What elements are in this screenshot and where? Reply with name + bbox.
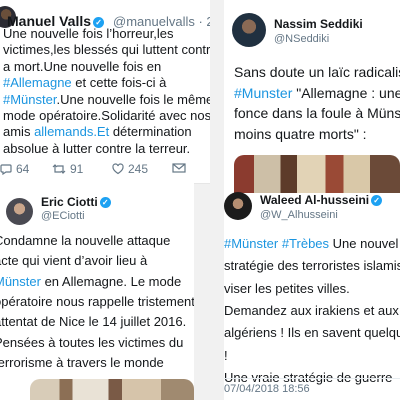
author-name[interactable]: Waleed Al-husseini ✓ [260, 193, 383, 207]
tweet-text-line: Pensées à toutes les victimes du [0, 335, 183, 350]
avatar[interactable] [232, 13, 266, 47]
tweet-text-line: moins quatre morts" : [234, 126, 367, 142]
tweet-text-segment: moins quatre morts" : [234, 125, 367, 142]
tweet-text-line: #Münster.Une nouvelle fois le même [3, 92, 210, 107]
envelope-icon [172, 163, 186, 173]
tweet-text-line: amis allemands.Et détermination [3, 124, 192, 139]
tweet-text-segment: .Une nouvelle fois le même [56, 91, 210, 107]
tweet-text-segment: a mort.Une nouvelle fois en [3, 58, 162, 74]
tweet-text-segment: victimes,les blessés qui luttent contre [3, 42, 210, 58]
tweet-text-segment: Demandez aux irakiens et aux [224, 302, 399, 318]
tweet-column-right: Nassim Seddiki @NSeddiki Sans doute un l… [224, 0, 400, 400]
tweet-text-segment: stratégie des terroristes islamis [224, 258, 400, 274]
tweet-text-line: a mort.Une nouvelle fois en [3, 59, 161, 74]
tweet-text-line: acte qui vient d’avoir lieu à [0, 253, 147, 268]
tweet-text-line: Demandez aux irakiens et aux [224, 303, 399, 318]
hashtag-link[interactable]: #Münster [224, 236, 278, 251]
retweet-icon [52, 164, 66, 174]
verified-badge-icon: ✓ [99, 197, 111, 208]
tweet-timestamp: 07/04/2018 18:56 [224, 383, 310, 395]
tweet-text-segment: Sans doute un laïc radicalisé. [234, 64, 400, 80]
tweet-text-line: #Munster "Allemagne : une v [234, 85, 400, 101]
tweet-text-line: viser les petites villes. [224, 281, 350, 296]
tweet-text-segment: viser les petites villes. [224, 280, 350, 296]
hashtag-link[interactable]: #Münster [3, 92, 56, 107]
tweet-text-line: fonce dans la foule à Münste [234, 105, 400, 121]
tweet-text-segment: ! [224, 347, 228, 363]
tweet-text-line: #Allemagne et cette fois-ci à [3, 75, 166, 90]
tweet-text-segment: Condamne la nouvelle attaque [0, 233, 171, 248]
tweet-text-segment: Pensées à toutes les victimes du [0, 334, 184, 350]
tweet-text-line: stratégie des terroristes islamis [224, 258, 400, 273]
like-button[interactable]: 245 [112, 162, 148, 176]
hashtag-link[interactable]: #Allemagne [3, 75, 72, 90]
collage-gap [194, 183, 224, 400]
author-handle[interactable]: @W_Alhusseini [260, 209, 338, 221]
tweet-text-segment: algériens ! Ils en savent quelqu [224, 325, 400, 341]
tweet-text-line: victimes,les blessés qui luttent contre [3, 42, 210, 57]
reply-button[interactable]: 64 [0, 162, 29, 176]
tweet-text-line: algériens ! Ils en savent quelqu [224, 325, 400, 340]
author-name[interactable]: Nassim Seddiki [274, 17, 363, 31]
tweet-valls[interactable]: Manuel Valls✓ @manuelvalls · 2h Une nouv… [0, 0, 210, 183]
collage-gap [210, 0, 224, 183]
heart-icon [112, 163, 124, 175]
tweet-text-line: absolue à lutter contre la terreur. [3, 141, 190, 156]
hashtag-link[interactable]: #Munster [234, 85, 292, 101]
tweet-ciotti[interactable]: Eric Ciotti ✓ @ECiotti Condamne la nouvel… [0, 183, 194, 400]
hashtag-link[interactable]: Münster [0, 274, 41, 289]
tweet-text-line: opératoire nous rappelle tristement [0, 294, 194, 309]
tweet-text-segment: opératoire nous rappelle tristement [0, 293, 194, 309]
tweet-text-segment: "Allemagne : une v [296, 84, 400, 101]
tweet-time: · 2h [198, 14, 210, 29]
tweet-text-line: Sans doute un laïc radicalisé. [234, 64, 400, 80]
verified-badge-icon: ✓ [371, 195, 383, 206]
tweet-text-segment: fonce dans la foule à Münste [234, 105, 400, 121]
tweet-text-line: #Münster #Trèbes Une nouvel [224, 236, 398, 251]
tweet-text-segment: mode opératoire.Solidarité avec nos [3, 108, 210, 123]
hashtag-link[interactable]: #Trèbes [282, 236, 329, 251]
tweet-text-segment: attentat de Nice le 14 juillet 2016. [0, 314, 187, 330]
tweet-text-segment: en Allemagne. Le mode [40, 273, 182, 289]
tweet-text-line: attentat de Nice le 14 juillet 2016. [0, 314, 186, 329]
tweet-text-line: Une nouvelle fois l’horreur,les [3, 26, 174, 41]
tweet-photo[interactable] [30, 379, 194, 400]
tweet-text-segment: détermination [109, 124, 192, 140]
tweet-text-line: Condamne la nouvelle attaque [0, 233, 170, 248]
tweet-text-line: Münster en Allemagne. Le mode [0, 274, 181, 289]
tweet-text-segment: acte qui vient d’avoir lieu à [0, 253, 148, 269]
avatar[interactable] [6, 198, 33, 225]
author-handle[interactable]: @NSeddiki [274, 33, 329, 45]
tweet-text-line: ! [224, 348, 228, 363]
tweet-photo[interactable] [234, 155, 400, 193]
tweet-text-segment: amis [3, 124, 35, 140]
tweet-text-segment: Une nouvelle fois l’horreur,les [3, 26, 174, 41]
tweet-text-line: mode opératoire.Solidarité avec nos [3, 108, 210, 123]
tweet-text-segment: absolue à lutter contre la terreur. [3, 140, 191, 156]
tweet-text-segment: terrorisme à travers le monde [0, 354, 164, 370]
divider [224, 378, 400, 379]
reply-icon [0, 164, 12, 175]
dm-button[interactable] [172, 162, 190, 174]
tweet-text-line: terrorisme à travers le monde [0, 355, 164, 370]
author-handle[interactable]: @ECiotti [41, 210, 85, 222]
author-name[interactable]: Eric Ciotti ✓ [41, 195, 111, 209]
hashtag-link[interactable]: allemands.Et [34, 124, 109, 139]
retweet-button[interactable]: 91 [52, 162, 83, 176]
tweet-text-segment: et cette fois-ci à [71, 75, 167, 91]
avatar[interactable] [224, 192, 252, 220]
tweet-text-segment: Une nouvel [329, 236, 399, 251]
